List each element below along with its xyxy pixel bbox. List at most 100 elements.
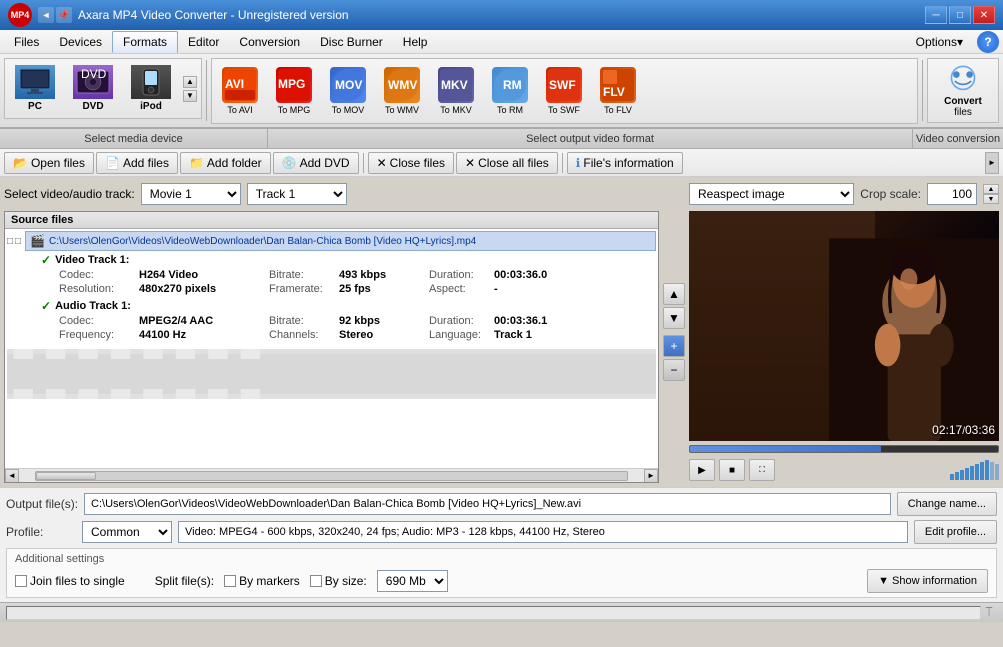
add-files-btn[interactable]: 📄 Add files xyxy=(96,152,178,174)
scrollbar-track[interactable] xyxy=(35,471,628,481)
framerate-value-v: 25 fps xyxy=(339,283,429,295)
scrollbar-thumb[interactable] xyxy=(36,472,96,480)
vol-bar-2 xyxy=(955,472,959,480)
device-scroll-down[interactable]: ▼ xyxy=(183,90,197,102)
menu-editor[interactable]: Editor xyxy=(178,31,229,53)
menu-formats[interactable]: Formats xyxy=(112,31,178,53)
maximize-btn[interactable]: □ xyxy=(949,6,971,24)
device-pc[interactable]: PC xyxy=(7,61,63,116)
change-name-btn[interactable]: Change name... xyxy=(897,492,997,516)
minimize-btn[interactable]: ─ xyxy=(925,6,947,24)
add-btn[interactable]: + xyxy=(663,335,685,357)
pin-btn[interactable]: 📌 xyxy=(56,7,72,23)
format-mpg[interactable]: MPG To MPG xyxy=(270,63,318,119)
by-markers-checkbox-item[interactable]: By markers xyxy=(224,574,300,588)
device-ipod[interactable]: iPod xyxy=(123,61,179,116)
preview-mode-select[interactable]: Reaspect image xyxy=(689,183,854,205)
move-up-btn[interactable]: ▲ xyxy=(663,283,685,305)
format-rm[interactable]: RM To RM xyxy=(486,63,534,119)
duration-label-v: Duration: xyxy=(429,269,494,281)
file-expand[interactable]: □ □ xyxy=(7,236,21,247)
format-avi[interactable]: AVI To AVI xyxy=(216,63,264,119)
menu-devices[interactable]: Devices xyxy=(49,31,112,53)
file-tree-row: □ □ 🎬 C:\Users\OlenGor\Videos\VideoWebDo… xyxy=(7,231,656,251)
play-btn[interactable]: ▶ xyxy=(689,459,715,481)
add-folder-btn[interactable]: 📁 Add folder xyxy=(180,152,271,174)
device-scroll-up[interactable]: ▲ xyxy=(183,76,197,88)
menu-help[interactable]: Help xyxy=(393,31,438,53)
device-dvd[interactable]: DVD DVD xyxy=(65,61,121,116)
profile-desc-input xyxy=(178,521,908,543)
close-files-btn[interactable]: ✕ Close files xyxy=(368,152,454,174)
file-path-row[interactable]: 🎬 C:\Users\OlenGor\Videos\VideoWebDownlo… xyxy=(25,231,656,251)
fullscreen-btn[interactable]: ⛶ xyxy=(749,459,775,481)
by-markers-checkbox[interactable] xyxy=(224,575,236,587)
vol-bar-3 xyxy=(960,470,964,480)
crop-down-btn[interactable]: ▼ xyxy=(983,194,999,204)
video-track-details: Codec: H264 Video Bitrate: 493 kbps Dura… xyxy=(41,269,656,295)
join-files-checkbox-item[interactable]: Join files to single xyxy=(15,574,125,588)
device-section-label: Select media device xyxy=(0,129,268,148)
close-all-icon: ✕ xyxy=(465,156,475,170)
add-dvd-icon: 💿 xyxy=(282,156,297,170)
profile-select[interactable]: Common xyxy=(82,521,172,543)
menu-files[interactable]: Files xyxy=(4,31,49,53)
convert-section[interactable]: Convert files xyxy=(927,58,999,123)
rm-icon: RM xyxy=(492,67,528,103)
menu-conversion[interactable]: Conversion xyxy=(229,31,310,53)
profile-row: Profile: Common Edit profile... xyxy=(6,520,997,544)
crop-scale-input[interactable] xyxy=(927,183,977,205)
codec-label-a: Codec: xyxy=(59,315,139,327)
resize-grip[interactable]: ⟙ xyxy=(981,605,997,621)
close-all-files-btn[interactable]: ✕ Close all files xyxy=(456,152,558,174)
add-files-icon: 📄 xyxy=(105,156,120,170)
scroll-left-btn[interactable]: ◄ xyxy=(5,469,19,483)
open-files-btn[interactable]: 📂 Open files xyxy=(4,152,94,174)
format-mkv[interactable]: MKV To MKV xyxy=(432,63,480,119)
stop-btn[interactable]: ■ xyxy=(719,459,745,481)
close-btn[interactable]: ✕ xyxy=(973,6,995,24)
convert-sublabel: files xyxy=(954,107,972,118)
device-scroll: ▲ ▼ xyxy=(181,61,199,116)
menu-disc-burner[interactable]: Disc Burner xyxy=(310,31,393,53)
file-info-btn[interactable]: ℹ File's information xyxy=(567,152,683,174)
size-select[interactable]: 690 Mb xyxy=(377,570,448,592)
mpg-label: To MPG xyxy=(278,105,311,115)
help-btn[interactable]: ? xyxy=(977,31,999,53)
action-scroll-right[interactable]: ► xyxy=(985,152,999,174)
by-size-checkbox-item[interactable]: By size: xyxy=(310,574,367,588)
scroll-right-btn[interactable]: ► xyxy=(644,469,658,483)
remove-btn[interactable]: − xyxy=(663,359,685,381)
right-panel: Reaspect image Crop scale: ▲ ▼ xyxy=(689,181,999,483)
bitrate-value-a: 92 kbps xyxy=(339,315,429,327)
join-files-checkbox[interactable] xyxy=(15,575,27,587)
window-controls: ─ □ ✕ xyxy=(925,6,995,24)
audio-track-select[interactable]: Track 1 xyxy=(247,183,347,205)
svg-text:MPG: MPG xyxy=(278,77,305,91)
toolbar: PC DVD DVD xyxy=(0,54,1003,129)
add-dvd-btn[interactable]: 💿 Add DVD xyxy=(273,152,359,174)
video-track-check: ✓ xyxy=(41,253,51,267)
duration-value-v: 00:03:36.0 xyxy=(494,269,594,281)
mov-label: To MOV xyxy=(332,105,365,115)
format-wmv[interactable]: WMV To WMV xyxy=(378,63,426,119)
show-info-btn[interactable]: ▼ Show information xyxy=(867,569,988,593)
vol-bar-10 xyxy=(995,464,999,480)
format-swf[interactable]: SWF To SWF xyxy=(540,63,588,119)
progress-bar[interactable] xyxy=(689,445,999,453)
mkv-icon: MKV xyxy=(438,67,474,103)
back-btn[interactable]: ◄ xyxy=(38,7,54,23)
move-down-btn[interactable]: ▼ xyxy=(663,307,685,329)
action-separator-2 xyxy=(562,153,563,173)
output-path-input[interactable] xyxy=(84,493,891,515)
crop-up-btn[interactable]: ▲ xyxy=(983,184,999,194)
edit-profile-btn[interactable]: Edit profile... xyxy=(914,520,997,544)
by-size-checkbox[interactable] xyxy=(310,575,322,587)
video-track-header: ✓ Video Track 1: xyxy=(41,253,656,267)
toolbar-separator-1 xyxy=(206,60,207,121)
format-mov[interactable]: MOV To MOV xyxy=(324,63,372,119)
options-menu[interactable]: Options▾ xyxy=(906,31,973,53)
format-flv[interactable]: FLV To FLV xyxy=(594,63,642,119)
mpg-icon: MPG xyxy=(276,67,312,103)
video-track-select[interactable]: Movie 1 xyxy=(141,183,241,205)
